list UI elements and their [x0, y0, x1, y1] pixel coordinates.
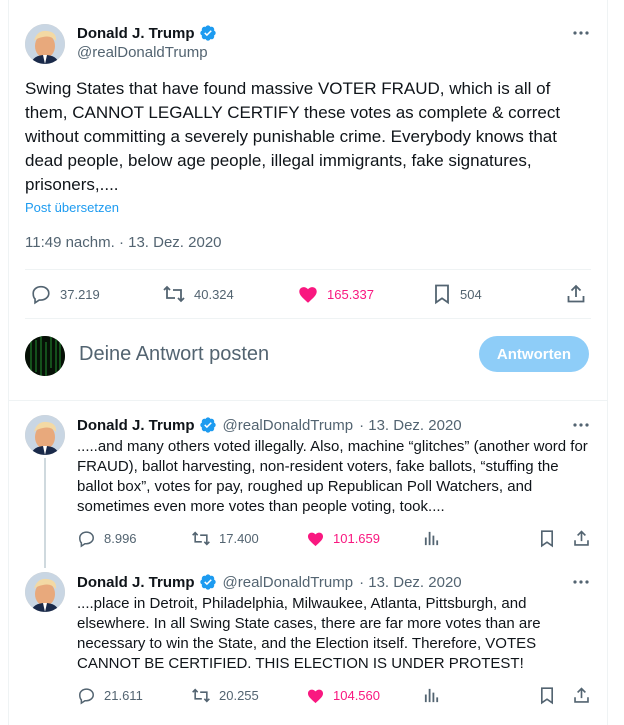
tweet-text: .....and many others voted illegally. Al…: [77, 438, 588, 515]
like-action[interactable]: 165.337: [297, 283, 374, 305]
bookmark-icon: [538, 686, 556, 705]
tweet-text: Swing States that have found massive VOT…: [25, 79, 561, 194]
reply-icon: [30, 283, 52, 305]
retweet-action[interactable]: 17.400: [191, 529, 259, 548]
user-avatar[interactable]: [25, 336, 65, 376]
heart-icon: [297, 283, 319, 305]
more-icon[interactable]: [571, 572, 591, 592]
retweet-action[interactable]: 40.324: [162, 283, 234, 305]
retweet-icon: [162, 283, 186, 305]
author-avatar[interactable]: [25, 415, 65, 455]
tweet-date[interactable]: · 13. Dez. 2020: [359, 417, 462, 434]
reply-input[interactable]: Deine Antwort posten: [79, 343, 269, 366]
tweet-date[interactable]: · 13. Dez. 2020: [359, 574, 462, 591]
thread-tweet-header: Donald J. Trump @realDonaldTrump · 13. D…: [77, 416, 462, 434]
analytics-action[interactable]: [422, 529, 441, 548]
heart-icon: [306, 686, 325, 705]
share-action[interactable]: [565, 283, 587, 305]
tweet-text: ....place in Detroit, Philadelphia, Milw…: [77, 595, 541, 672]
retweet-count: 40.324: [194, 286, 234, 302]
separator: [25, 269, 591, 270]
retweet-count: 20.255: [219, 688, 259, 703]
verified-badge-icon: [199, 416, 217, 434]
bookmark-action[interactable]: [538, 686, 556, 705]
author-name[interactable]: Donald J. Trump: [77, 417, 195, 434]
reply-action[interactable]: 21.611: [77, 686, 143, 705]
more-icon[interactable]: [571, 415, 591, 435]
like-count: 165.337: [327, 286, 374, 302]
analytics-icon: [422, 529, 441, 548]
bookmark-icon: [538, 529, 556, 548]
reply-action[interactable]: 8.996: [77, 529, 137, 548]
reply-icon: [77, 529, 96, 548]
share-icon: [565, 283, 587, 305]
like-action[interactable]: 104.560: [306, 686, 380, 705]
bookmark-count: 504: [460, 286, 482, 302]
bookmark-icon: [432, 283, 452, 305]
share-icon: [572, 686, 591, 705]
analytics-icon: [422, 686, 441, 705]
verified-badge-icon: [199, 24, 217, 42]
reply-count: 21.611: [104, 688, 143, 703]
thread-tweet-header: Donald J. Trump @realDonaldTrump · 13. D…: [77, 573, 462, 591]
retweet-icon: [191, 529, 211, 548]
retweet-icon: [191, 686, 211, 705]
reply-action[interactable]: 37.219: [30, 283, 100, 305]
author-handle[interactable]: @realDonaldTrump: [77, 44, 208, 61]
thread-line: [44, 458, 46, 568]
share-action[interactable]: [572, 686, 591, 705]
author-handle[interactable]: @realDonaldTrump: [223, 574, 354, 591]
heart-icon: [306, 529, 325, 548]
reply-count: 37.219: [60, 286, 100, 302]
author-avatar[interactable]: [25, 24, 65, 64]
like-count: 104.560: [333, 688, 380, 703]
tweet-timestamp[interactable]: 11:49 nachm. · 13. Dez. 2020: [25, 234, 222, 251]
author-avatar[interactable]: [25, 572, 65, 612]
translate-link[interactable]: Post übersetzen: [25, 200, 119, 215]
reply-icon: [77, 686, 96, 705]
author-name-text[interactable]: Donald J. Trump: [77, 25, 195, 42]
like-count: 101.659: [333, 531, 380, 546]
author-name[interactable]: Donald J. Trump: [77, 574, 195, 591]
separator: [25, 318, 591, 319]
share-icon: [572, 529, 591, 548]
bookmark-action[interactable]: 504: [432, 283, 482, 305]
reply-count: 8.996: [104, 531, 137, 546]
section-divider: [9, 400, 607, 401]
analytics-action[interactable]: [422, 686, 441, 705]
more-icon[interactable]: [571, 23, 591, 43]
like-action[interactable]: 101.659: [306, 529, 380, 548]
reply-submit-button[interactable]: Antworten: [479, 336, 589, 372]
retweet-action[interactable]: 20.255: [191, 686, 259, 705]
share-action[interactable]: [572, 529, 591, 548]
author-name[interactable]: Donald J. Trump: [77, 24, 217, 42]
retweet-count: 17.400: [219, 531, 259, 546]
author-handle[interactable]: @realDonaldTrump: [223, 417, 354, 434]
verified-badge-icon: [199, 573, 217, 591]
bookmark-action[interactable]: [538, 529, 556, 548]
